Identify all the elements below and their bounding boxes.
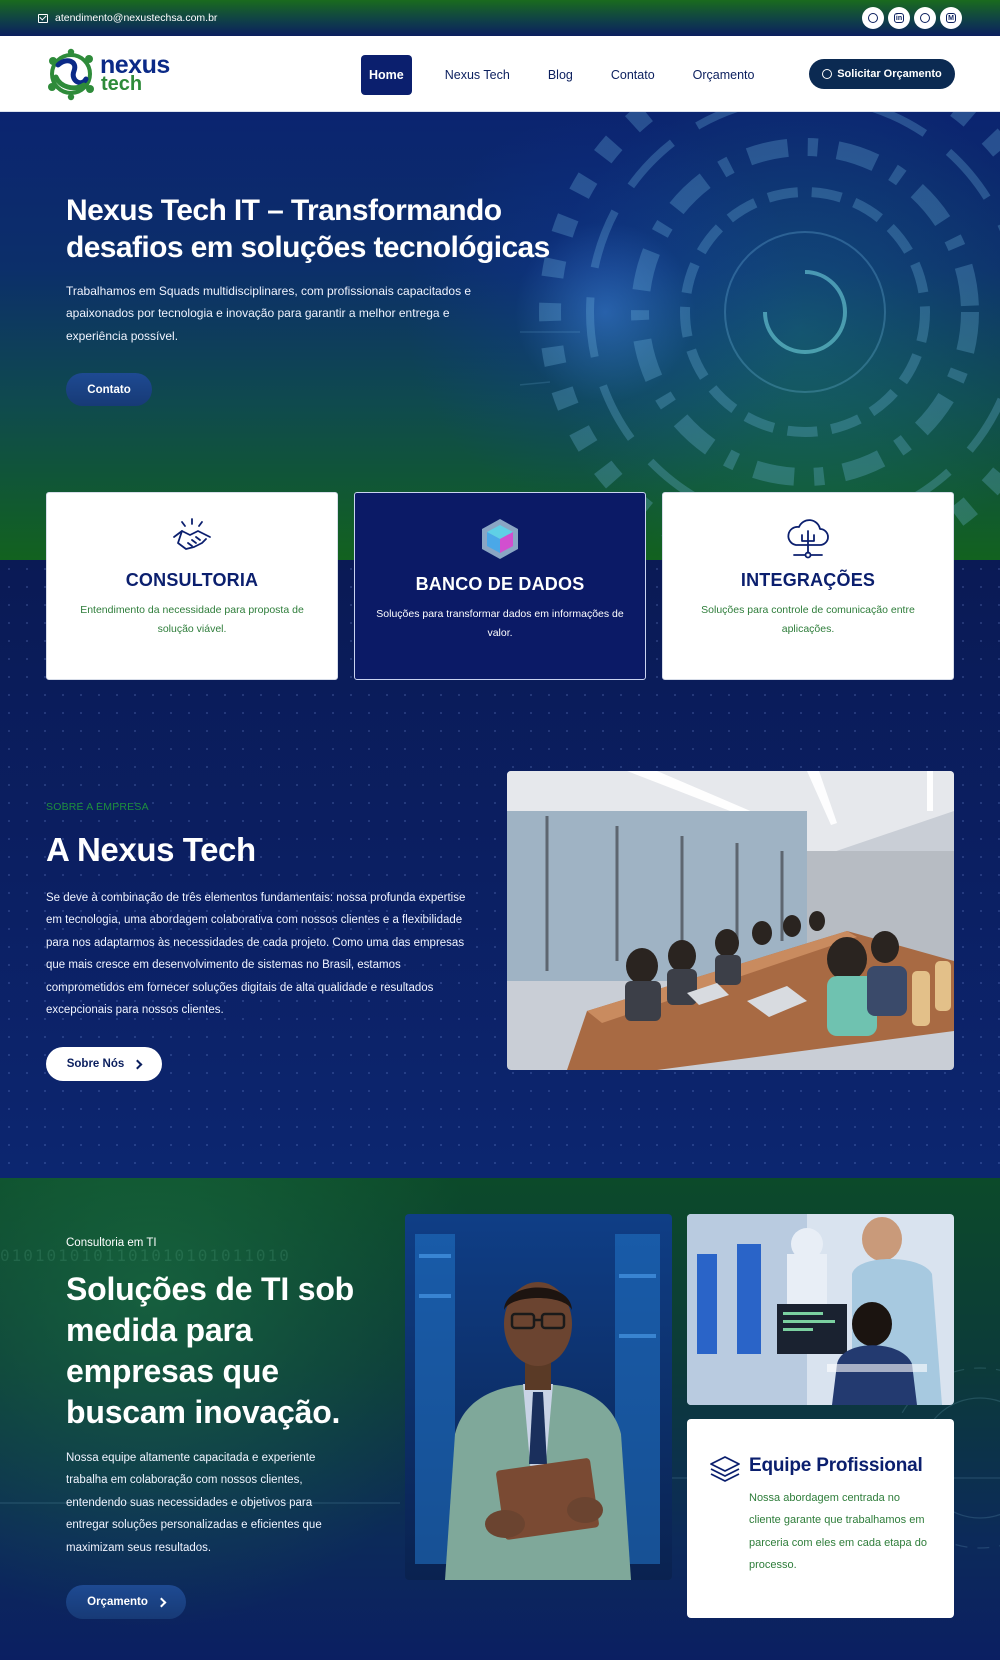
card-consultoria[interactable]: CONSULTORIA Entendimento da necessidade … (46, 492, 338, 680)
about-title: A Nexus Tech (46, 831, 256, 868)
handshake-icon (173, 518, 211, 550)
card-text: Entendimento da necessidade para propost… (80, 604, 304, 635)
hero-title: Nexus Tech IT – Transformando desafios e… (66, 194, 550, 264)
services-text: Nossa equipe altamente capacitada e expe… (66, 1452, 322, 1554)
quote-label: Orçamento (87, 1596, 148, 1608)
card-title: CONSULTORIA (125, 570, 259, 590)
logo-word-tech: tech (101, 73, 143, 96)
card-text: Soluções para controle de comunicação en… (701, 604, 915, 635)
request-quote-label: Solicitar Orçamento (837, 68, 942, 80)
meeting-room-illustration (507, 771, 954, 1070)
lab-illustration (687, 1214, 954, 1405)
nav-home[interactable]: Home (361, 55, 412, 95)
logo-text: nexus tech (100, 52, 170, 96)
team-at-lab-photo (687, 1214, 954, 1405)
card-title: BANCO DE DADOS (415, 574, 585, 594)
top-bar: atendimento@nexustechsa.com.br in M (0, 0, 1000, 36)
about-us-label: Sobre Nós (66, 1058, 125, 1070)
whatsapp-icon (822, 69, 833, 79)
logo-mark-icon (48, 48, 94, 101)
card-integracoes[interactable]: INTEGRAÇÕES Soluções para controle de co… (662, 492, 954, 680)
chevron-right-icon (132, 1059, 143, 1069)
team-card-text: Nossa abordagem centrada no cliente gara… (749, 1492, 927, 1572)
professional-photo (405, 1214, 672, 1580)
email-text[interactable]: atendimento@nexustechsa.com.br (55, 12, 217, 24)
nav-contato[interactable]: Contato (592, 55, 674, 95)
card-banco-de-dados[interactable]: BANCO DE DADOS Soluções para transformar… (354, 492, 646, 680)
github-icon[interactable] (914, 7, 936, 29)
about-us-button[interactable]: Sobre Nós (46, 1047, 162, 1081)
nav-nexus-tech[interactable]: Nexus Tech (426, 55, 529, 95)
person-with-tablet-illustration (405, 1214, 672, 1580)
team-card: Equipe Profissional Nossa abordagem cent… (687, 1419, 954, 1618)
services-eyebrow: Consultoria em TI (66, 1237, 157, 1249)
mail-icon (38, 13, 48, 23)
social-links: in M (862, 7, 962, 29)
nav-blog[interactable]: Blog (529, 55, 592, 95)
hero-text: Trabalhamos em Squads multidisciplinares… (66, 284, 472, 343)
card-title: INTEGRAÇÕES (740, 570, 876, 590)
quote-button[interactable]: Orçamento (66, 1585, 186, 1619)
about-eyebrow: SOBRE A EMPRESA (46, 801, 149, 813)
meeting-photo (507, 771, 954, 1070)
cube-icon (482, 519, 518, 559)
linkedin-icon[interactable]: in (888, 7, 910, 29)
contact-email[interactable]: atendimento@nexustechsa.com.br (38, 12, 217, 24)
main-nav: Home Nexus Tech Blog Contato Orçamento (361, 55, 773, 95)
service-cards: CONSULTORIA Entendimento da necessidade … (46, 492, 954, 680)
card-text: Soluções para transformar dados em infor… (376, 608, 624, 639)
team-card-title: Equipe Profissional (749, 1455, 923, 1476)
hero-contact-button[interactable]: Contato (66, 373, 152, 406)
site-header: nexus tech Home Nexus Tech Blog Contato … (0, 36, 1000, 112)
layers-icon (710, 1456, 740, 1482)
medium-icon[interactable]: M (940, 7, 962, 29)
request-quote-button[interactable]: Solicitar Orçamento (809, 59, 955, 89)
nav-orcamento[interactable]: Orçamento (674, 55, 774, 95)
about-text: Se deve à combinação de três elementos f… (46, 892, 466, 1017)
services-title: Soluções de TI sob medida para empresas … (66, 1271, 355, 1430)
cloud-network-icon (787, 519, 829, 559)
instagram-icon[interactable] (862, 7, 884, 29)
logo[interactable]: nexus tech (44, 44, 174, 104)
chevron-right-icon (156, 1597, 167, 1607)
